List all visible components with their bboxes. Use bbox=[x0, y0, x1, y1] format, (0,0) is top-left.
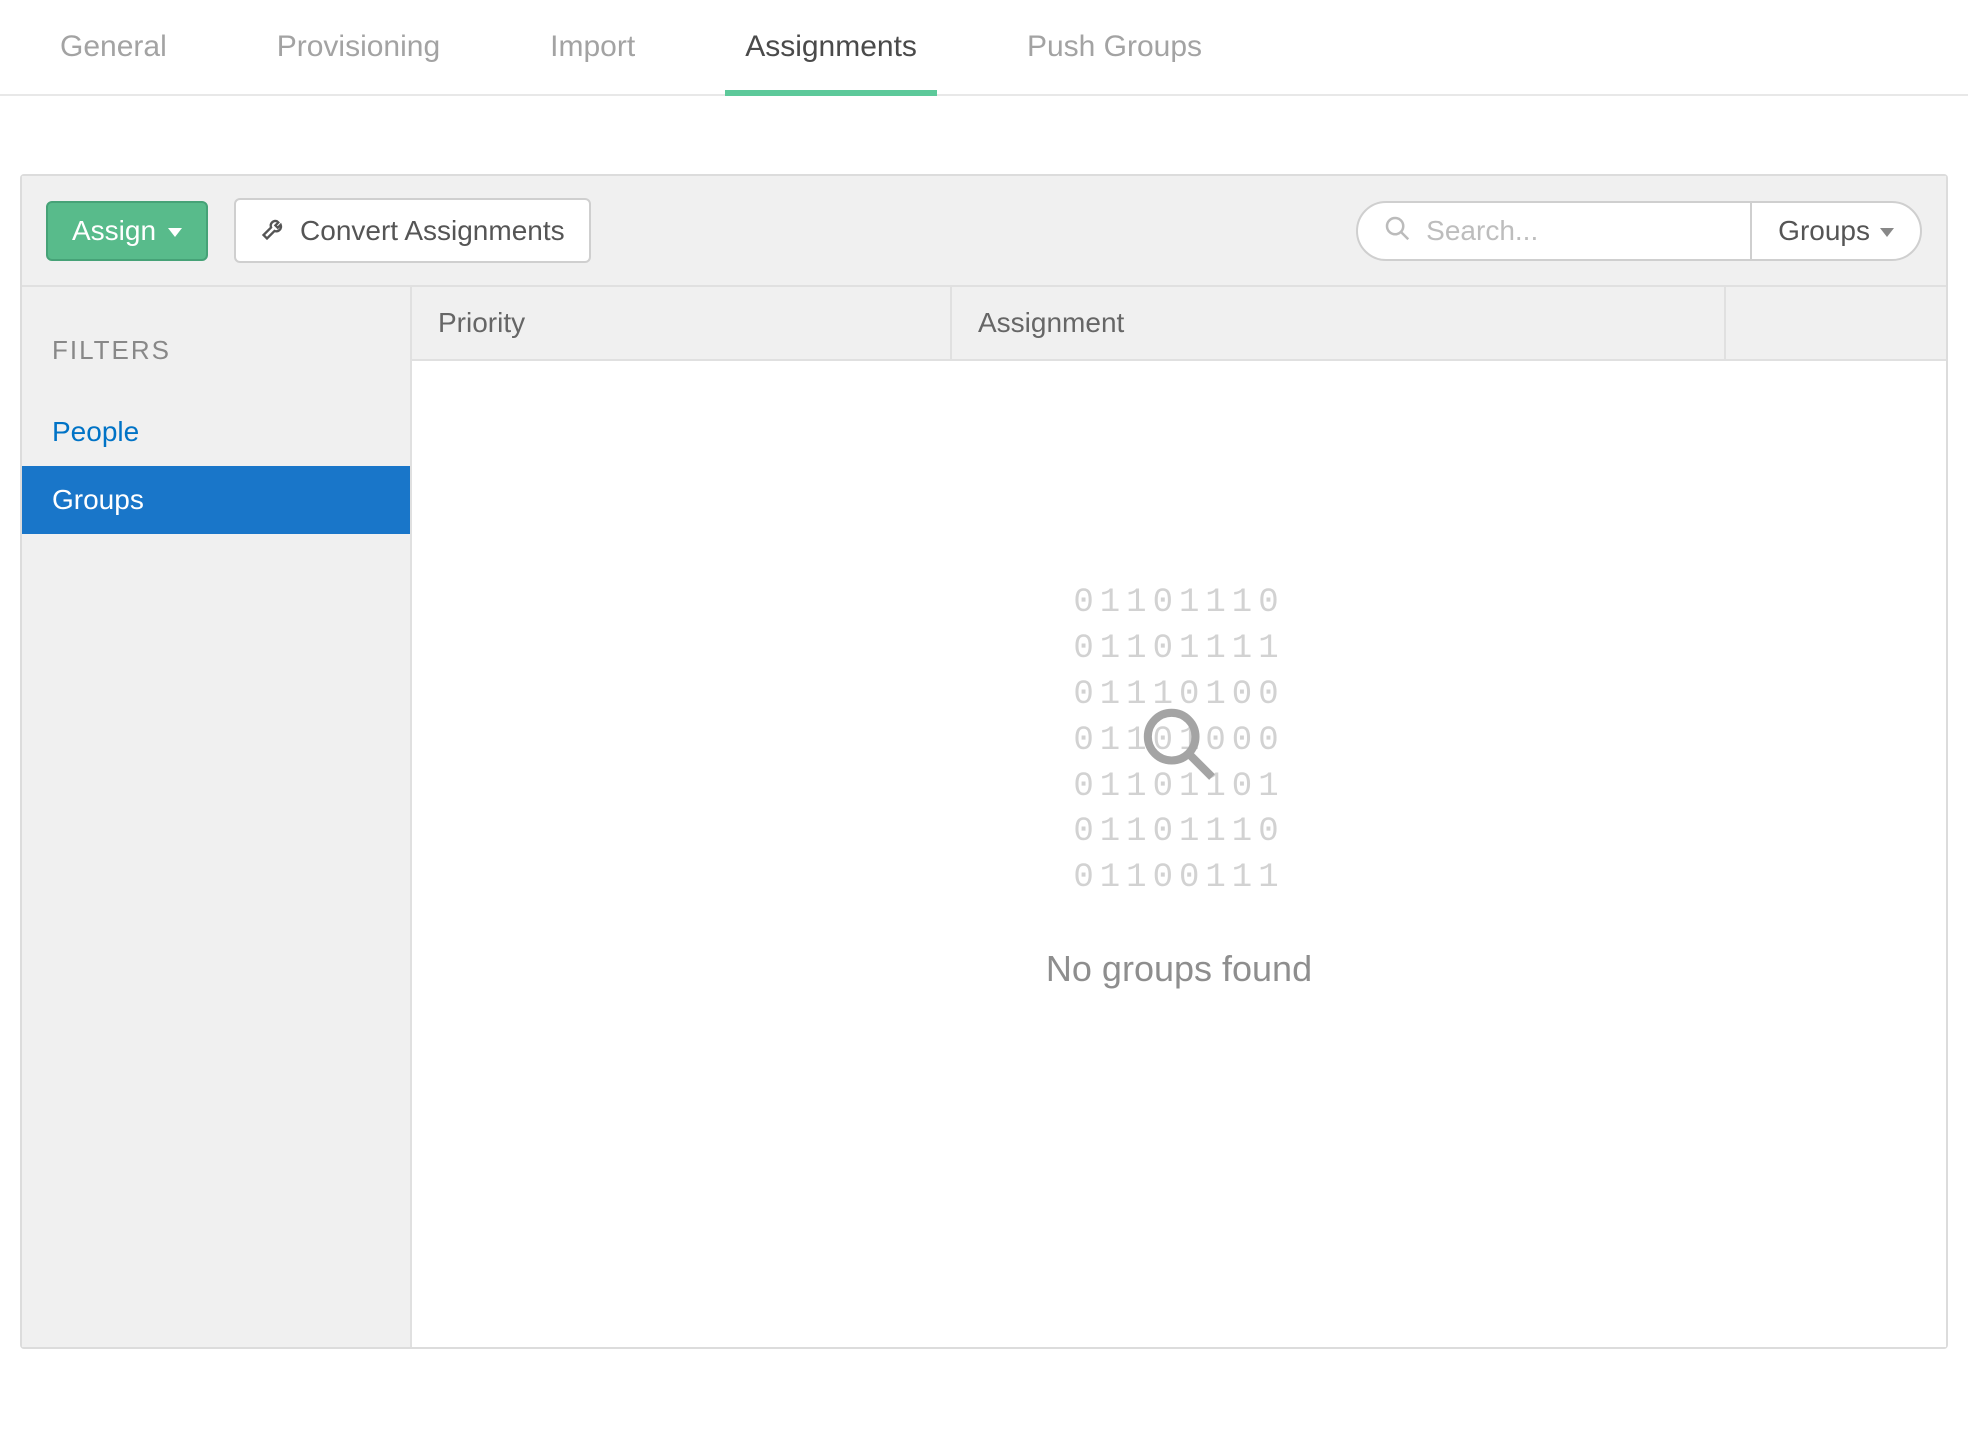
search-scope-label: Groups bbox=[1778, 215, 1870, 247]
convert-button-label: Convert Assignments bbox=[300, 217, 565, 245]
empty-state: 01101110 01101111 01110100 01101000 0110… bbox=[412, 361, 1946, 1347]
column-headers: Priority Assignment bbox=[412, 287, 1946, 361]
tab-import[interactable]: Import bbox=[550, 30, 635, 94]
assignments-panel: Assign Convert Assignments bbox=[20, 174, 1948, 1349]
wrench-icon bbox=[260, 214, 288, 247]
tab-assignments[interactable]: Assignments bbox=[745, 30, 917, 94]
empty-message: No groups found bbox=[1046, 948, 1312, 990]
content-area: Priority Assignment 01101110 01101111 01… bbox=[412, 287, 1946, 1347]
caret-down-icon bbox=[1880, 228, 1894, 237]
magnify-icon bbox=[1135, 700, 1223, 788]
top-tab-bar: General Provisioning Import Assignments … bbox=[0, 0, 1968, 96]
assign-button[interactable]: Assign bbox=[46, 201, 208, 261]
column-actions bbox=[1726, 287, 1946, 359]
filters-heading: FILTERS bbox=[22, 311, 410, 398]
search-input[interactable] bbox=[1426, 215, 1726, 247]
filter-people[interactable]: People bbox=[22, 398, 410, 466]
search-pill: Groups bbox=[1356, 201, 1922, 261]
column-assignment: Assignment bbox=[952, 287, 1726, 359]
tab-general[interactable]: General bbox=[60, 30, 167, 94]
filters-sidebar: FILTERS People Groups bbox=[22, 287, 412, 1347]
column-priority: Priority bbox=[412, 287, 952, 359]
tab-push-groups[interactable]: Push Groups bbox=[1027, 30, 1202, 94]
toolbar: Assign Convert Assignments bbox=[22, 176, 1946, 287]
caret-down-icon bbox=[168, 228, 182, 237]
tab-provisioning[interactable]: Provisioning bbox=[277, 30, 440, 94]
filter-groups[interactable]: Groups bbox=[22, 466, 410, 534]
search-icon bbox=[1382, 213, 1412, 248]
assign-button-label: Assign bbox=[72, 217, 156, 245]
search-field[interactable] bbox=[1358, 213, 1750, 248]
convert-assignments-button[interactable]: Convert Assignments bbox=[234, 198, 591, 263]
search-scope-select[interactable]: Groups bbox=[1750, 203, 1920, 259]
